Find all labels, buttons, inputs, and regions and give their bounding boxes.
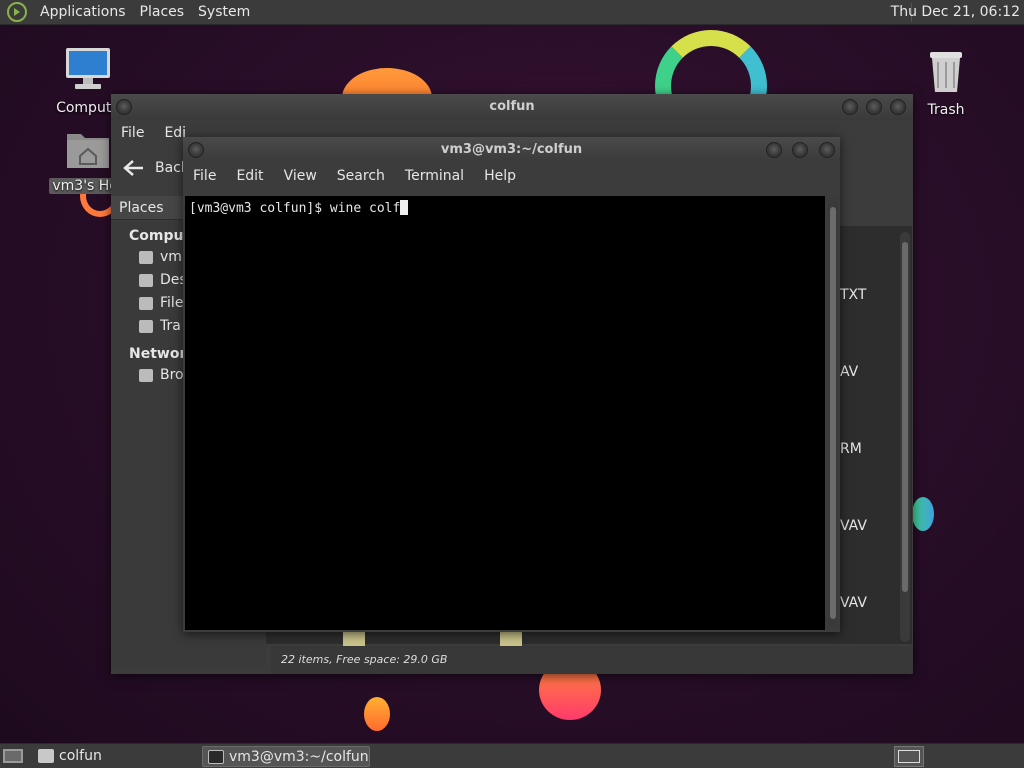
- wallpaper-shape: [364, 697, 390, 731]
- close-button[interactable]: [819, 142, 835, 158]
- task-label: colfun: [59, 748, 102, 764]
- text-cursor: [400, 200, 409, 215]
- sidebar-item-label: Tra: [160, 318, 181, 334]
- taskbar-item-file-manager[interactable]: colfun: [33, 746, 198, 767]
- window-menu-button[interactable]: [188, 142, 204, 158]
- back-arrow-icon: [123, 160, 143, 176]
- terminal-icon: [208, 750, 224, 764]
- menu-file[interactable]: File: [111, 125, 154, 141]
- network-icon: [139, 369, 153, 382]
- taskbar-item-terminal[interactable]: vm3@vm3:~/colfun: [202, 746, 370, 767]
- bottom-panel: colfun vm3@vm3:~/colfun: [0, 743, 1024, 768]
- sidebar-item-label: File: [160, 295, 184, 311]
- file-view-scrollbar[interactable]: [900, 232, 910, 642]
- file-name[interactable]: AV: [840, 364, 858, 380]
- home-icon: [139, 251, 153, 264]
- top-panel: Applications Places System Thu Dec 21, 0…: [0, 0, 1024, 25]
- menubar: File Edit View Search Terminal Help: [183, 163, 840, 189]
- minimize-button[interactable]: [842, 99, 858, 115]
- filesystem-icon: [139, 297, 153, 310]
- window-titlebar[interactable]: vm3@vm3:~/colfun: [183, 137, 840, 163]
- trash-icon: [930, 52, 962, 92]
- folder-icon[interactable]: [343, 632, 365, 646]
- maximize-button[interactable]: [866, 99, 882, 115]
- prompt-line: [vm3@vm3 colfun]$ wine colf: [189, 200, 409, 216]
- menu-help[interactable]: Help: [474, 168, 526, 184]
- workspace-switcher[interactable]: [894, 746, 924, 767]
- desktop-icon: [139, 274, 153, 287]
- menu-view[interactable]: View: [274, 168, 327, 184]
- distro-logo-icon[interactable]: [7, 2, 27, 22]
- menu-terminal[interactable]: Terminal: [395, 168, 474, 184]
- status-bar: 22 items, Free space: 29.0 GB: [271, 646, 913, 674]
- scrollbar-thumb[interactable]: [902, 242, 908, 592]
- close-button[interactable]: [890, 99, 906, 115]
- terminal-screen[interactable]: [vm3@vm3 colfun]$ wine colf: [185, 196, 825, 630]
- window-menu-button[interactable]: [116, 99, 132, 115]
- computer-icon: [66, 48, 110, 89]
- desktop-icon-label: Trash: [927, 102, 965, 118]
- maximize-button[interactable]: [792, 142, 808, 158]
- scrollbar-thumb[interactable]: [830, 207, 836, 619]
- command-text: [vm3@vm3 colfun]$ wine colf: [189, 201, 401, 216]
- folder-icon[interactable]: [500, 632, 522, 646]
- workspace-1[interactable]: [898, 750, 920, 763]
- window-title: vm3@vm3:~/colfun: [440, 142, 583, 157]
- home-folder-icon: [67, 134, 109, 168]
- task-label: vm3@vm3:~/colfun: [229, 749, 369, 765]
- show-desktop-icon[interactable]: [2, 747, 24, 765]
- places-menu[interactable]: Places: [133, 4, 192, 20]
- back-button[interactable]: Back: [121, 158, 189, 178]
- applications-menu[interactable]: Applications: [33, 4, 133, 20]
- window-title: colfun: [489, 99, 535, 114]
- menu-search[interactable]: Search: [327, 168, 395, 184]
- wallpaper-shape: [912, 497, 934, 531]
- system-menu[interactable]: System: [191, 4, 257, 20]
- file-name[interactable]: VAV: [840, 518, 867, 534]
- window-titlebar[interactable]: colfun: [111, 94, 913, 120]
- menu-file[interactable]: File: [183, 168, 226, 184]
- sidebar-item-label: Bro: [160, 367, 184, 383]
- desktop-icon-trash[interactable]: Trash: [903, 48, 989, 118]
- menu-edit[interactable]: Edit: [226, 168, 273, 184]
- terminal-scrollbar[interactable]: [828, 197, 838, 629]
- file-name[interactable]: RM: [840, 441, 862, 457]
- folder-icon: [38, 749, 54, 763]
- terminal-window[interactable]: vm3@vm3:~/colfun File Edit View Search T…: [183, 137, 840, 632]
- file-name[interactable]: TXT: [840, 287, 866, 303]
- minimize-button[interactable]: [766, 142, 782, 158]
- file-name[interactable]: VAV: [840, 595, 867, 611]
- trash-icon: [139, 320, 153, 333]
- clock[interactable]: Thu Dec 21, 06:12: [891, 4, 1020, 20]
